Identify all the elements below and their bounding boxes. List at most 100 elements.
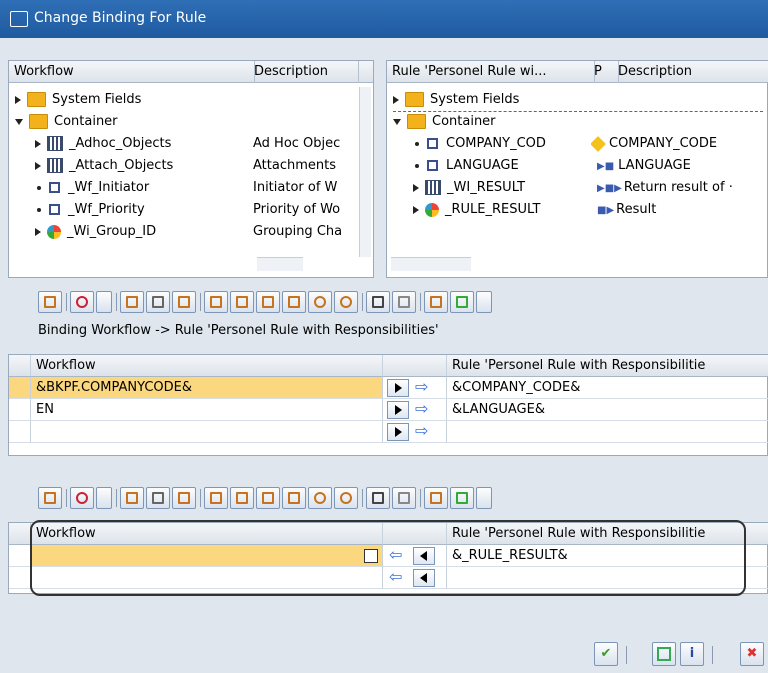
workflow-expression-cell[interactable]: &BKPF.COMPANYCODE&: [31, 377, 383, 399]
expand-icon[interactable]: [35, 161, 41, 170]
bind-dropdown-icon[interactable]: [96, 291, 112, 313]
bind-right-button[interactable]: [387, 401, 409, 419]
col-rule[interactable]: Rule 'Personel Rule with Responsibilitie: [447, 355, 768, 377]
rule-expression-cell[interactable]: &LANGUAGE&: [447, 399, 768, 421]
expand-icon[interactable]: [413, 183, 419, 192]
horizontal-scrollbar[interactable]: [257, 257, 303, 271]
tree-node-company-code[interactable]: COMPANY_COD: [413, 133, 589, 155]
tree-node-system-fields[interactable]: System Fields: [15, 89, 245, 111]
new-icon[interactable]: [204, 291, 228, 313]
expand-icon[interactable]: [15, 95, 21, 104]
details-icon[interactable]: [120, 291, 144, 313]
cut-icon[interactable]: [146, 487, 170, 509]
tree-node-wf-priority[interactable]: _Wf_Priority: [35, 199, 245, 221]
cancel-button[interactable]: ✖: [740, 642, 764, 666]
paste-icon[interactable]: [282, 487, 306, 509]
collapse-icon[interactable]: [15, 118, 23, 125]
row-selector[interactable]: [9, 377, 31, 399]
row-selector[interactable]: [9, 421, 31, 443]
expand-icon[interactable]: [393, 95, 399, 104]
tree-node-rule-result[interactable]: _RULE_RESULT: [413, 199, 589, 221]
table-icon: [47, 158, 63, 173]
expand-icon[interactable]: [413, 205, 419, 214]
export-dropdown-icon[interactable]: [476, 291, 492, 313]
tree-node-wi-group-id[interactable]: _Wi_Group_ID: [35, 221, 245, 243]
horizontal-scrollbar[interactable]: [391, 257, 471, 271]
cut-icon[interactable]: [146, 291, 170, 313]
export-icon[interactable]: [450, 487, 474, 509]
col-description[interactable]: Description: [613, 61, 768, 83]
select-all-icon[interactable]: [9, 523, 31, 545]
info-icon[interactable]: i: [680, 642, 704, 666]
export-dropdown-icon[interactable]: [476, 487, 492, 509]
redo-icon[interactable]: [334, 291, 358, 313]
ok-button[interactable]: ✔: [594, 642, 618, 666]
export-icon: ■▶: [597, 205, 615, 216]
find-next-icon[interactable]: [392, 487, 416, 509]
bind-dropdown-icon[interactable]: [96, 487, 112, 509]
tree-node-container[interactable]: Container: [393, 111, 589, 133]
tree-node-attach-objects[interactable]: _Attach_Objects: [35, 155, 245, 177]
details-icon[interactable]: [120, 487, 144, 509]
col-rule[interactable]: Rule 'Personel Rule wi...: [387, 61, 595, 83]
row-selector[interactable]: [9, 567, 31, 589]
col-workflow[interactable]: Workflow: [31, 355, 383, 377]
workflow-icon[interactable]: [38, 291, 62, 313]
element-icon: [427, 138, 438, 149]
expand-icon[interactable]: [35, 227, 41, 236]
tree-desc: Priority of Wo: [253, 202, 341, 217]
insert-row-icon[interactable]: [230, 291, 254, 313]
tree-node-system-fields[interactable]: System Fields: [393, 89, 763, 112]
bind-right-button[interactable]: [387, 423, 409, 441]
element-icon: [427, 160, 438, 171]
row-selector[interactable]: [9, 399, 31, 421]
tree-desc: Grouping Cha: [253, 224, 343, 239]
bullet-icon: [415, 163, 419, 168]
export-icon[interactable]: [450, 291, 474, 313]
workflow-expression-cell[interactable]: [31, 421, 383, 443]
bind-icon[interactable]: [70, 291, 94, 313]
col-description[interactable]: Description: [249, 61, 359, 83]
table-icon: [425, 180, 441, 195]
tree-node-language[interactable]: LANGUAGE: [413, 155, 589, 177]
find-icon[interactable]: [366, 487, 390, 509]
rule-tree-panel: Rule 'Personel Rule wi... P Description …: [386, 60, 768, 278]
paste-icon[interactable]: [282, 291, 306, 313]
rule-expression-cell[interactable]: &COMPANY_CODE&: [447, 377, 768, 399]
binding-label: Binding Workflow -> Rule 'Personel Rule …: [38, 323, 439, 338]
group-icon: [47, 224, 61, 239]
print-icon[interactable]: [424, 291, 448, 313]
delete-row-icon[interactable]: [256, 487, 280, 509]
insert-row-icon[interactable]: [230, 487, 254, 509]
rule-expression-cell[interactable]: [447, 421, 768, 443]
display-icon[interactable]: [652, 642, 676, 666]
delete-row-icon[interactable]: [256, 291, 280, 313]
copy-icon[interactable]: [172, 487, 196, 509]
new-icon[interactable]: [204, 487, 228, 509]
tree-node-container[interactable]: Container: [15, 111, 245, 133]
select-all-icon[interactable]: [9, 355, 31, 377]
workflow-tree-panel: Workflow Description System Fields Conta…: [8, 60, 374, 278]
tree-node-adhoc-objects[interactable]: _Adhoc_Objects: [35, 133, 245, 155]
undo-icon[interactable]: [308, 291, 332, 313]
print-icon[interactable]: [424, 487, 448, 509]
row-selector[interactable]: [9, 545, 31, 567]
redo-icon[interactable]: [334, 487, 358, 509]
copy-icon[interactable]: [172, 291, 196, 313]
workflow-icon[interactable]: [38, 487, 62, 509]
tree-node-wf-initiator[interactable]: _Wf_Initiator: [35, 177, 245, 199]
export-import-icon: ▶■▶: [597, 183, 622, 194]
rule-tree-header: Rule 'Personel Rule wi... P Description: [387, 61, 768, 83]
find-next-icon[interactable]: [392, 291, 416, 313]
vertical-scrollbar[interactable]: [359, 87, 371, 257]
undo-icon[interactable]: [308, 487, 332, 509]
workflow-expression-cell[interactable]: EN: [31, 399, 383, 421]
col-workflow[interactable]: Workflow: [9, 61, 255, 83]
bind-right-button[interactable]: [387, 379, 409, 397]
tree-node-wi-result[interactable]: _WI_RESULT: [413, 177, 589, 199]
collapse-icon[interactable]: [393, 118, 401, 125]
direction-cell: ⇨: [383, 421, 447, 443]
find-icon[interactable]: [366, 291, 390, 313]
bind-icon[interactable]: [70, 487, 94, 509]
expand-icon[interactable]: [35, 139, 41, 148]
